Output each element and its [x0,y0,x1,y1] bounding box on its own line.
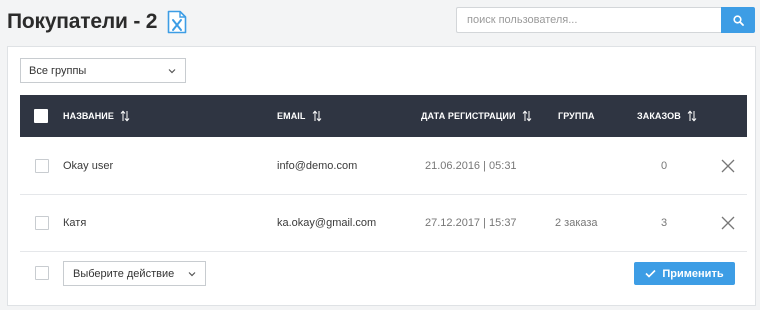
customer-group: 2 заказа [555,217,598,229]
chevron-down-icon [168,69,176,74]
bulk-action-select[interactable]: Выберите действие [63,261,206,286]
excel-export-icon[interactable] [167,10,187,34]
column-label: EMAIL [277,111,306,121]
delete-icon[interactable] [721,216,735,230]
orders-count: 3 [661,217,668,229]
column-header-orders[interactable]: ЗАКАЗОВ [637,95,697,137]
column-header-name[interactable]: НАЗВАНИЕ [63,95,130,137]
column-label: ЗАКАЗОВ [637,111,681,121]
table-row: Okay user info@demo.com 21.06.2016 | 05:… [20,137,747,195]
search-button[interactable] [721,7,755,33]
customer-email: info@demo.com [277,159,358,172]
delete-icon[interactable] [721,159,735,173]
select-all-checkbox[interactable] [34,109,48,123]
registration-date: 27.12.2017 | 15:37 [425,217,517,229]
bulk-select-checkbox[interactable] [35,266,49,280]
customer-name-link[interactable]: Okay user [63,137,113,194]
page-title: Покупатели - 2 [7,10,158,33]
orders-count: 0 [661,159,668,172]
table-header: НАЗВАНИЕ EMAIL ДАТА РЕГИСТРАЦИИ ГРУППА З… [20,95,747,137]
user-search [456,7,755,33]
customer-name-link[interactable]: Катя [63,195,86,251]
sort-icon [312,110,321,122]
check-icon [645,269,656,278]
chevron-down-icon [188,272,196,277]
sort-icon [522,110,531,122]
column-label: ГРУППА [558,111,595,121]
row-checkbox[interactable] [35,158,49,173]
sort-icon [120,110,130,122]
row-checkbox[interactable] [35,216,49,230]
column-header-email[interactable]: EMAIL [277,95,322,137]
group-filter-value: Все группы [29,64,87,77]
group-filter-select[interactable]: Все группы [20,58,186,83]
sort-icon [687,110,697,122]
column-header-group: ГРУППА [558,95,595,137]
customers-panel: Все группы НАЗВАНИЕ EMAIL ДАТА РЕГИСТРАЦ… [7,46,756,306]
bulk-action-value: Выберите действие [73,267,175,280]
registration-date: 21.06.2016 | 05:31 [425,159,517,172]
apply-label: Применить [662,267,724,280]
table-row: Катя ka.okay@gmail.com 27.12.2017 | 15:3… [20,195,747,252]
bulk-actions-bar: Выберите действие Применить [20,253,747,295]
search-icon [732,14,744,26]
page-title-bar: Покупатели - 2 [7,10,187,34]
search-input[interactable] [456,7,721,33]
apply-button[interactable]: Применить [634,262,735,285]
column-label: НАЗВАНИЕ [63,111,114,121]
column-header-registered[interactable]: ДАТА РЕГИСТРАЦИИ [421,95,532,137]
column-label: ДАТА РЕГИСТРАЦИИ [421,111,516,121]
customer-email: ka.okay@gmail.com [277,217,377,229]
